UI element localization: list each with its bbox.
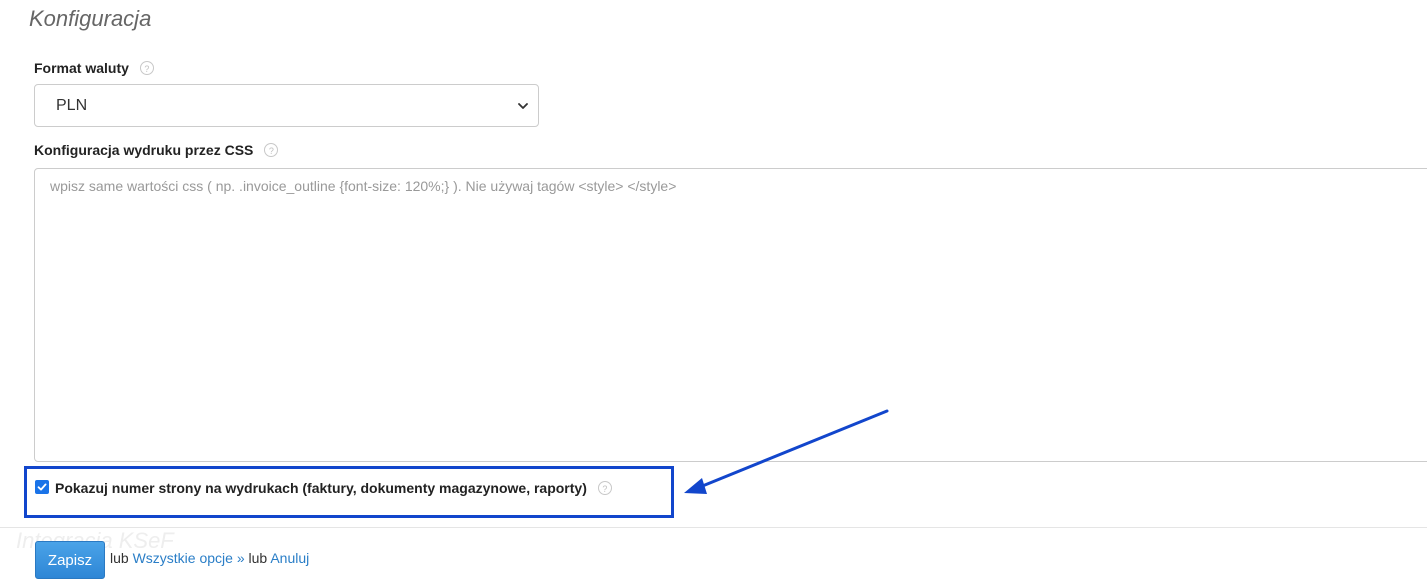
page-numbers-checkbox[interactable] (35, 480, 49, 494)
footer-links: lub Wszystkie opcje » lub Anuluj (110, 550, 309, 566)
help-circle-icon[interactable]: ? (597, 481, 612, 495)
currency-format-label: Format waluty ? (34, 60, 154, 76)
css-config-placeholder: wpisz same wartości css ( np. .invoice_o… (50, 178, 677, 194)
or-text: lub (248, 550, 268, 566)
currency-selected-value: PLN (56, 96, 88, 114)
checkmark-icon (37, 483, 47, 491)
help-circle-icon[interactable]: ? (139, 61, 154, 75)
page-numbers-option: Pokazuj numer strony na wydrukach (faktu… (35, 480, 612, 496)
cancel-link[interactable]: Anuluj (270, 550, 309, 566)
css-config-label: Konfiguracja wydruku przez CSS ? (34, 142, 279, 158)
help-circle-icon[interactable]: ? (264, 143, 279, 157)
css-config-textarea[interactable]: wpisz same wartości css ( np. .invoice_o… (34, 168, 1427, 462)
currency-format-label-text: Format waluty (34, 60, 129, 76)
or-text: lub (110, 550, 129, 566)
page-numbers-label: Pokazuj numer strony na wydrukach (faktu… (55, 480, 587, 496)
section-title: Konfiguracja (29, 6, 152, 31)
save-button[interactable]: Zapisz (35, 541, 105, 579)
chevron-down-icon (518, 102, 528, 109)
currency-format-select[interactable]: PLN (34, 84, 539, 127)
all-options-link[interactable]: Wszystkie opcje » (133, 550, 245, 566)
css-config-label-text: Konfiguracja wydruku przez CSS (34, 142, 254, 158)
settings-page: Konfiguracja Format waluty ? PLN Konfigu… (0, 0, 1427, 585)
